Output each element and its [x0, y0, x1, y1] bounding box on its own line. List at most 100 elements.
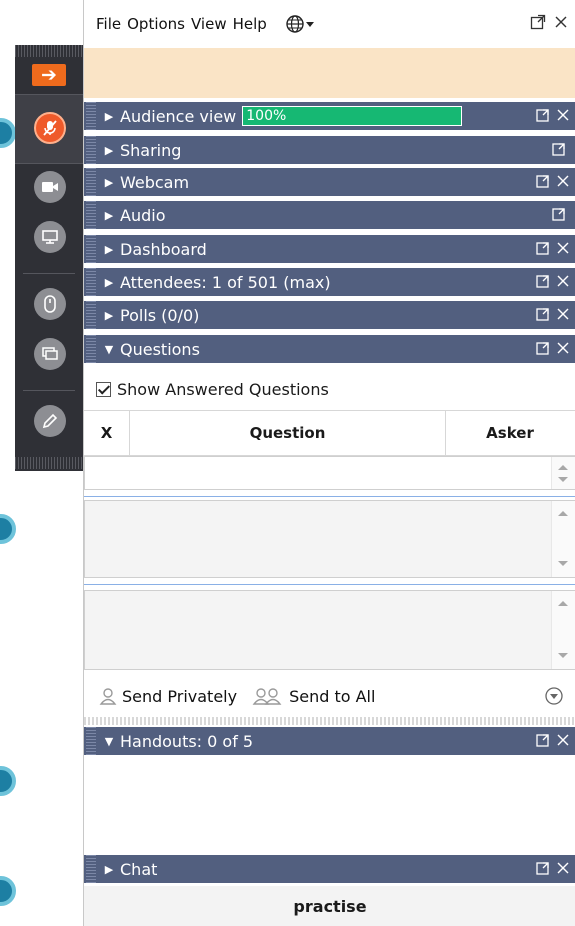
close-icon[interactable]	[556, 861, 570, 875]
send-privately-label: Send Privately	[122, 686, 238, 706]
scrollbar[interactable]	[551, 501, 575, 577]
expand-arrow-icon[interactable]: ▶	[100, 209, 118, 222]
menu-file[interactable]: File	[96, 15, 121, 33]
pane-title: Attendees: 1 of 501 (max)	[120, 272, 331, 292]
splitter[interactable]	[84, 584, 575, 585]
column-header-question[interactable]: Question	[130, 411, 446, 455]
pane-grip[interactable]	[86, 301, 96, 329]
globe-icon	[286, 15, 304, 33]
resize-handle[interactable]	[84, 717, 575, 725]
popout-icon[interactable]	[536, 174, 550, 188]
close-icon[interactable]	[556, 108, 570, 122]
popout-icon[interactable]	[536, 241, 550, 255]
close-icon[interactable]	[556, 274, 570, 288]
close-icon[interactable]	[556, 341, 570, 355]
mouse-control-button[interactable]	[34, 288, 66, 320]
expand-arrow-icon[interactable]: ▶	[100, 309, 118, 322]
pane-grip[interactable]	[86, 201, 96, 229]
column-header-asker[interactable]: Asker	[446, 411, 574, 455]
expand-arrow-icon[interactable]: ▶	[100, 110, 118, 123]
popout-icon[interactable]	[530, 14, 546, 30]
control-toolbar: ➔	[15, 45, 83, 471]
close-icon[interactable]	[556, 241, 570, 255]
close-icon[interactable]	[556, 733, 570, 747]
close-icon[interactable]	[556, 174, 570, 188]
pane-grip[interactable]	[86, 268, 96, 296]
popout-icon[interactable]	[536, 108, 550, 122]
show-answered-row[interactable]: Show Answered Questions	[84, 368, 575, 410]
close-icon[interactable]	[556, 307, 570, 321]
pane-title: Webcam	[120, 172, 190, 192]
splitter[interactable]	[84, 496, 575, 497]
answer-input-area[interactable]	[84, 590, 575, 670]
send-to-all-button[interactable]: Send to All	[251, 686, 375, 706]
mic-muted-button[interactable]	[34, 112, 66, 144]
column-header-x[interactable]: X	[84, 411, 130, 455]
popout-icon[interactable]	[536, 341, 550, 355]
webcam-button[interactable]	[34, 171, 66, 203]
pane-grip[interactable]	[86, 235, 96, 263]
popout-icon[interactable]	[536, 733, 550, 747]
expand-arrow-icon[interactable]: ▶	[100, 276, 118, 289]
questions-list[interactable]	[84, 456, 575, 490]
scroll-down-icon[interactable]	[558, 561, 568, 566]
expand-arrow-icon[interactable]: ▶	[100, 863, 118, 876]
bubble-decoration	[0, 118, 16, 148]
screen-share-button[interactable]	[34, 221, 66, 253]
show-answered-checkbox[interactable]	[96, 381, 111, 397]
toolbar-grip-bottom[interactable]	[15, 457, 83, 469]
scroll-down-icon[interactable]	[558, 653, 568, 658]
send-privately-button[interactable]: Send Privately	[98, 686, 237, 706]
drawing-tools-button[interactable]	[34, 405, 66, 437]
collapse-panel-button[interactable]: ➔	[32, 64, 66, 86]
expand-arrow-icon[interactable]: ▶	[100, 144, 118, 157]
scrollbar[interactable]	[551, 591, 575, 669]
popout-icon[interactable]	[552, 207, 566, 221]
pane-grip[interactable]	[86, 335, 96, 363]
bubble-decoration	[0, 514, 16, 544]
scroll-up-icon[interactable]	[558, 601, 568, 606]
people-icon	[252, 688, 282, 705]
scroll-down-icon[interactable]	[558, 477, 568, 482]
popout-icon[interactable]	[536, 274, 550, 288]
pane-grip[interactable]	[86, 102, 96, 130]
toolbar-grip-top[interactable]	[15, 45, 83, 57]
multi-screen-button[interactable]	[34, 338, 66, 370]
pane-grip[interactable]	[86, 136, 96, 164]
popout-icon[interactable]	[552, 142, 566, 156]
expand-arrow-icon[interactable]: ▶	[100, 243, 118, 256]
pane-grip[interactable]	[86, 727, 96, 755]
pane-handouts[interactable]: ▼ Handouts: 0 of 5	[84, 727, 575, 757]
expand-arrow-icon[interactable]: ▶	[100, 176, 118, 189]
menu-options[interactable]: Options	[127, 15, 185, 33]
pane-grip[interactable]	[86, 168, 96, 196]
menu-view[interactable]: View	[191, 15, 227, 33]
questions-table-header: X Question Asker	[84, 410, 575, 456]
menu-help[interactable]: Help	[233, 15, 267, 33]
bubble-decoration	[0, 876, 16, 906]
audience-view-progress: 100%	[242, 106, 463, 126]
scrollbar[interactable]	[551, 457, 575, 489]
pane-dashboard[interactable]: ▶ Dashboard	[84, 235, 575, 265]
pane-questions[interactable]: ▼ Questions	[84, 335, 575, 365]
pane-attendees[interactable]: ▶ Attendees: 1 of 501 (max)	[84, 268, 575, 298]
pane-title: Polls (0/0)	[120, 305, 200, 325]
pane-chat[interactable]: ▶ Chat	[84, 855, 575, 885]
language-menu[interactable]	[285, 14, 315, 34]
popout-icon[interactable]	[536, 307, 550, 321]
pane-grip[interactable]	[86, 855, 96, 883]
collapse-arrow-icon[interactable]: ▼	[100, 343, 118, 356]
control-panel: File Options View Help ▶ Audience view 1…	[83, 0, 575, 926]
close-icon[interactable]	[554, 15, 568, 29]
pane-audience-view[interactable]: ▶ Audience view 100%	[84, 102, 575, 132]
scroll-up-icon[interactable]	[558, 465, 568, 470]
pane-polls[interactable]: ▶ Polls (0/0)	[84, 301, 575, 331]
more-options-icon[interactable]	[544, 686, 564, 706]
pane-audio[interactable]: ▶ Audio	[84, 201, 575, 231]
pane-webcam[interactable]: ▶ Webcam	[84, 168, 575, 198]
popout-icon[interactable]	[536, 861, 550, 875]
pane-sharing[interactable]: ▶ Sharing	[84, 136, 575, 166]
scroll-up-icon[interactable]	[558, 511, 568, 516]
collapse-arrow-icon[interactable]: ▼	[100, 735, 118, 748]
question-detail-area	[84, 500, 575, 578]
